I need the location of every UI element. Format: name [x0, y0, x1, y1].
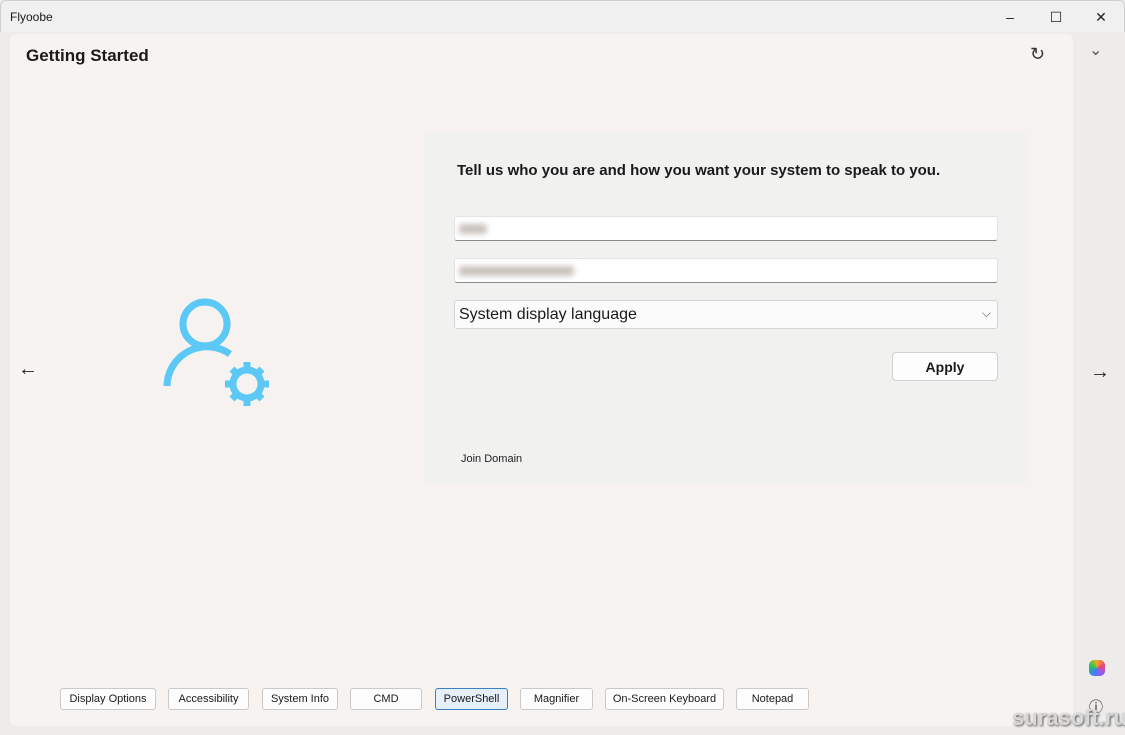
tool-system-info[interactable]: System Info	[262, 688, 338, 710]
next-arrow-icon[interactable]: →	[1090, 361, 1110, 384]
close-button[interactable]: ✕	[1078, 1, 1124, 33]
chevron-down-icon: ⌵	[981, 306, 991, 320]
right-rail: ⌄ → ⓘ	[1073, 32, 1125, 735]
app-title: Flyoobe	[10, 10, 53, 24]
language-select-value: System display language	[459, 306, 637, 323]
tool-on-screen-keyboard[interactable]: On-Screen Keyboard	[605, 688, 724, 710]
refresh-icon[interactable]: ↻	[1030, 44, 1045, 65]
back-arrow-icon[interactable]: ←	[18, 358, 38, 381]
user-settings-icon	[163, 298, 269, 406]
copilot-icon[interactable]	[1089, 660, 1105, 676]
minimize-button[interactable]: –	[987, 1, 1033, 33]
chevron-down-icon[interactable]: ⌄	[1089, 40, 1102, 60]
user-info-card: Tell us who you are and how you want you…	[424, 133, 1028, 483]
join-domain-link[interactable]: Join Domain	[461, 453, 522, 465]
username-input[interactable]	[454, 216, 998, 241]
tool-powershell[interactable]: PowerShell	[435, 688, 508, 710]
tool-accessibility[interactable]: Accessibility	[168, 688, 249, 710]
page-title: Getting Started	[26, 46, 149, 65]
language-select[interactable]: System display language ⌵	[454, 300, 998, 329]
apply-button[interactable]: Apply	[892, 352, 998, 381]
card-heading: Tell us who you are and how you want you…	[457, 162, 941, 179]
tool-display-options[interactable]: Display Options	[60, 688, 156, 710]
title-bar: Flyoobe – ☐ ✕	[0, 0, 1125, 32]
watermark: surasoft.ru	[1012, 705, 1125, 730]
fullname-input[interactable]	[454, 258, 998, 283]
maximize-button[interactable]: ☐	[1033, 1, 1079, 33]
tool-notepad[interactable]: Notepad	[736, 688, 809, 710]
tool-cmd[interactable]: CMD	[350, 688, 422, 710]
tool-magnifier[interactable]: Magnifier	[520, 688, 593, 710]
